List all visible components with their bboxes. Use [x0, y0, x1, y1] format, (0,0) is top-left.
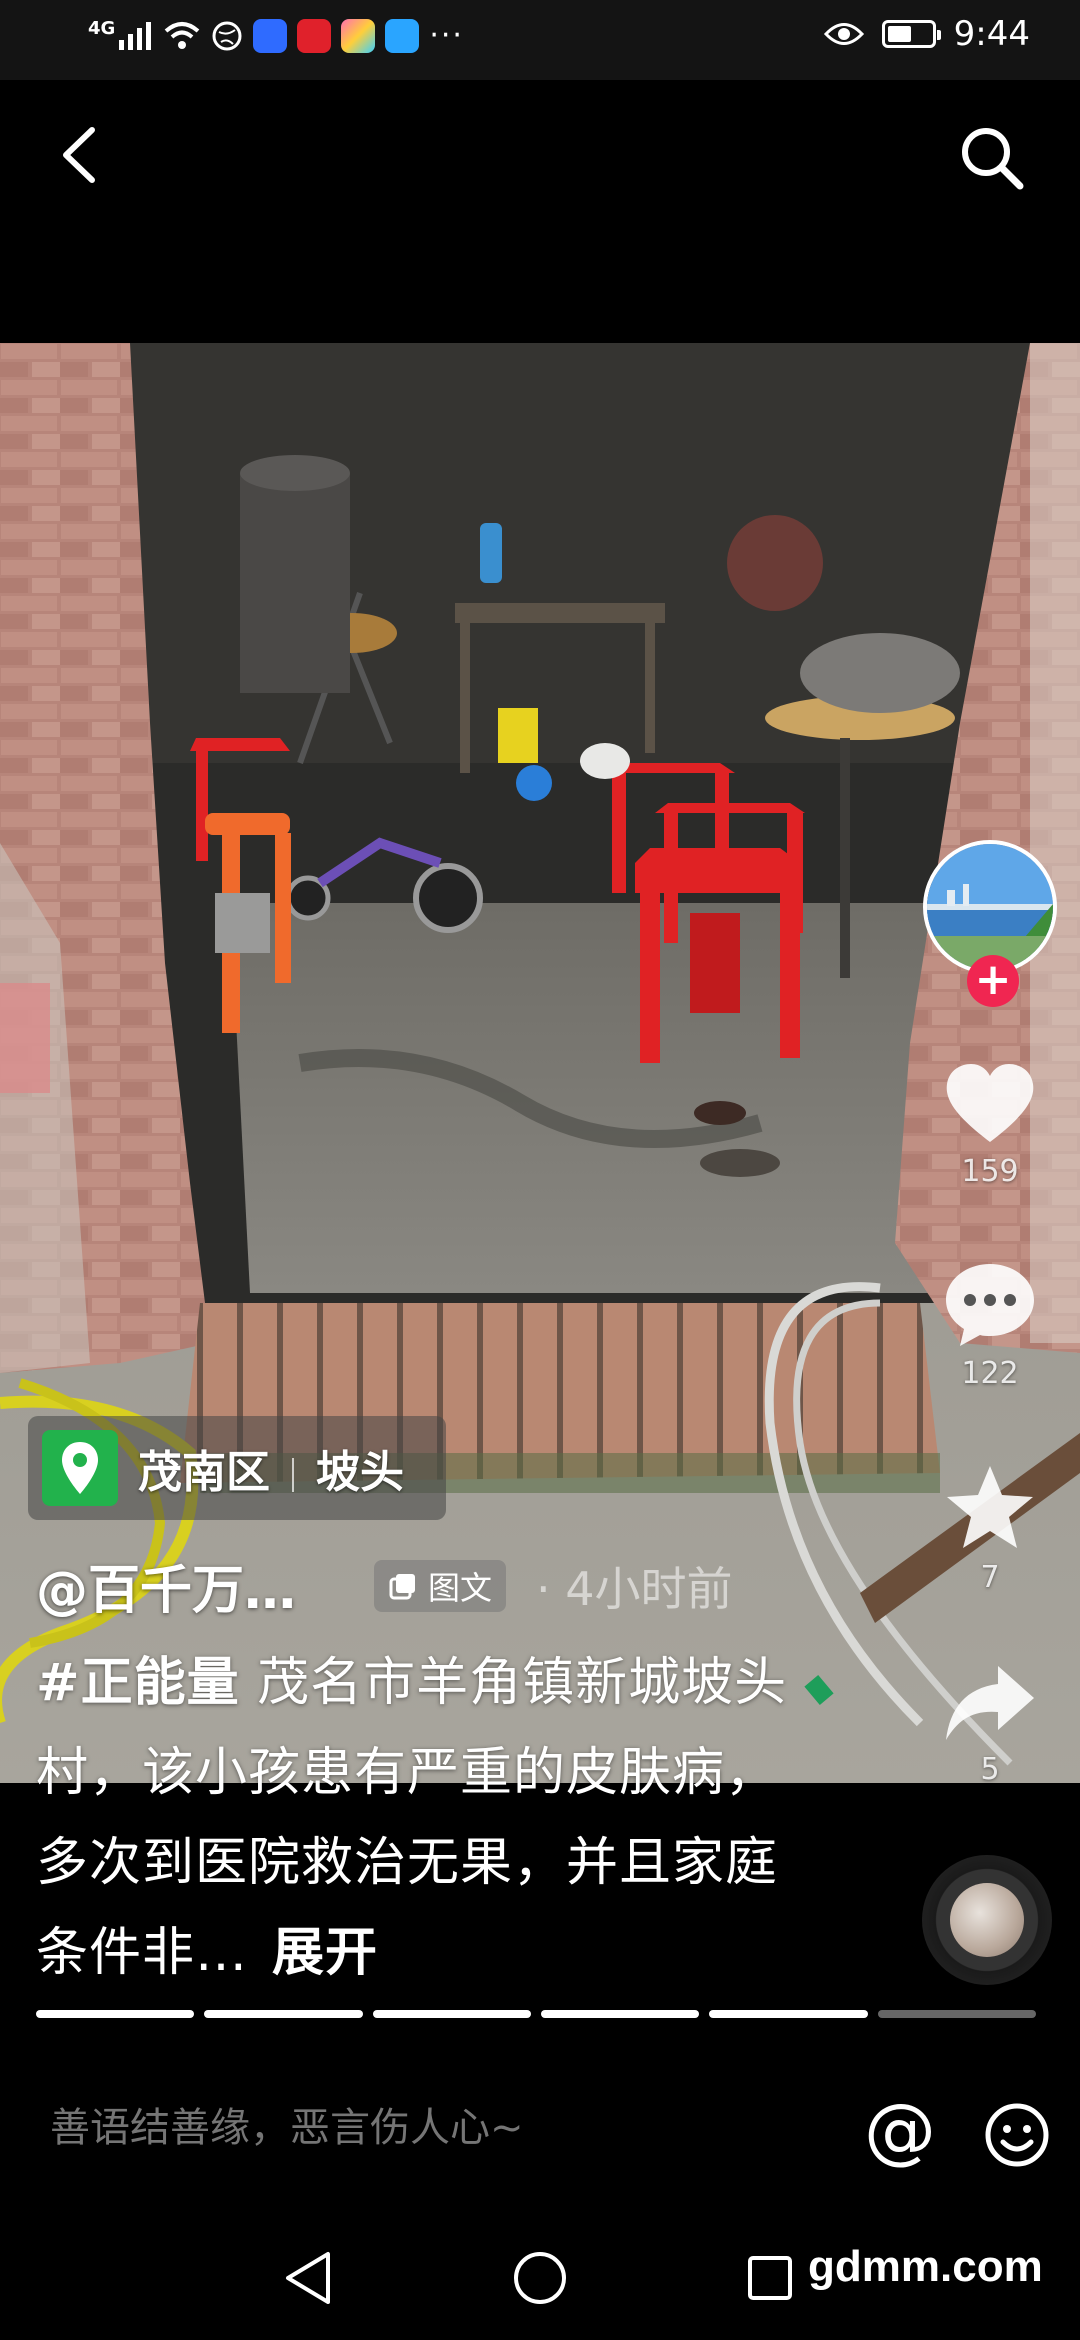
- music-cover: [950, 1883, 1024, 1957]
- eye-comfort-icon: [823, 23, 864, 45]
- system-nav-bar: gdmm.com: [0, 2220, 1080, 2340]
- battery-level: [887, 26, 911, 42]
- vpn-globe-icon: [212, 21, 242, 50]
- star-icon: [947, 1466, 1033, 1548]
- emoji-icon[interactable]: [984, 2102, 1050, 2168]
- location-district: 茂南区: [138, 1447, 270, 1498]
- image-text-icon: [389, 1573, 416, 1599]
- news-app-icon: [297, 18, 332, 53]
- nav-back-icon[interactable]: [284, 2250, 334, 2306]
- location-text: 茂南区 坡头: [138, 1436, 404, 1500]
- status-left: 4G ···: [88, 18, 464, 53]
- status-right: 9:44: [823, 14, 1030, 54]
- top-nav: [0, 80, 1080, 340]
- more-notifications-icon: ···: [429, 18, 464, 53]
- progress-segment: [709, 2010, 868, 2018]
- author-name[interactable]: @百千万…: [36, 1548, 296, 1623]
- nav-home-icon[interactable]: [512, 2250, 568, 2306]
- progress-segment: [877, 2010, 1036, 2018]
- location-place: 坡头: [316, 1447, 404, 1498]
- author-row: @百千万… 图文 · 4小时前: [36, 1548, 733, 1623]
- share-arrow-icon: [946, 1666, 1034, 1740]
- favorite-count: 7: [980, 1560, 1000, 1595]
- post-type-badge: 图文: [374, 1559, 507, 1612]
- signal-icon: [119, 21, 152, 50]
- post-time: · 4小时前: [536, 1553, 733, 1619]
- favorite-action[interactable]: 7: [920, 1462, 1060, 1595]
- hashtag[interactable]: #正能量: [36, 1653, 240, 1713]
- share-action[interactable]: 5: [920, 1662, 1060, 1787]
- music-disc[interactable]: [922, 1855, 1052, 1985]
- comment-action[interactable]: 122: [920, 1260, 1060, 1391]
- search-icon[interactable]: [956, 122, 1026, 192]
- avatar-image: [927, 844, 1053, 970]
- time-ago: 4小时前: [565, 1561, 733, 1616]
- share-count: 5: [980, 1752, 1000, 1787]
- location-separator: [292, 1458, 294, 1492]
- like-action[interactable]: 159: [920, 1062, 1060, 1189]
- heart-icon: [946, 1064, 1034, 1142]
- image-progress: [36, 2010, 1036, 2018]
- progress-segment: [540, 2010, 700, 2018]
- like-count: 159: [961, 1154, 1019, 1189]
- time-separator: ·: [536, 1561, 551, 1616]
- progress-segment: [36, 2010, 195, 2018]
- status-bar: 4G ··· 9:44: [0, 0, 1080, 80]
- comment-bar: @: [0, 2080, 1080, 2190]
- network-type: 4G: [88, 17, 116, 39]
- gallery-app-icon: [341, 18, 376, 53]
- comment-count: 122: [961, 1356, 1019, 1391]
- post-type-label: 图文: [428, 1568, 493, 1607]
- watermark: gdmm.com: [808, 2242, 1043, 2291]
- nav-recents-icon[interactable]: [746, 2254, 794, 2302]
- comment-input[interactable]: [48, 2104, 832, 2152]
- mention-button[interactable]: @: [864, 2090, 936, 2170]
- battery-icon: [881, 20, 941, 48]
- progress-segment: [204, 2010, 363, 2018]
- chevron-left-icon[interactable]: [50, 120, 110, 190]
- weather-app-icon: [385, 18, 420, 53]
- music-app-icon: [253, 18, 288, 53]
- wifi-icon: [164, 21, 200, 49]
- location-pin-icon: [42, 1430, 118, 1506]
- comment-icon: [946, 1264, 1034, 1346]
- progress-segment: [372, 2010, 531, 2018]
- status-time: 9:44: [953, 14, 1030, 54]
- location-tag[interactable]: 茂南区 坡头: [28, 1416, 446, 1520]
- post-description[interactable]: #正能量 茂名市羊角镇新城坡头村，该小孩患有严重的皮肤病，多次到医院救治无果，并…: [36, 1638, 796, 1998]
- follow-button[interactable]: +: [967, 955, 1019, 1007]
- expand-button[interactable]: 展开: [272, 1923, 378, 1983]
